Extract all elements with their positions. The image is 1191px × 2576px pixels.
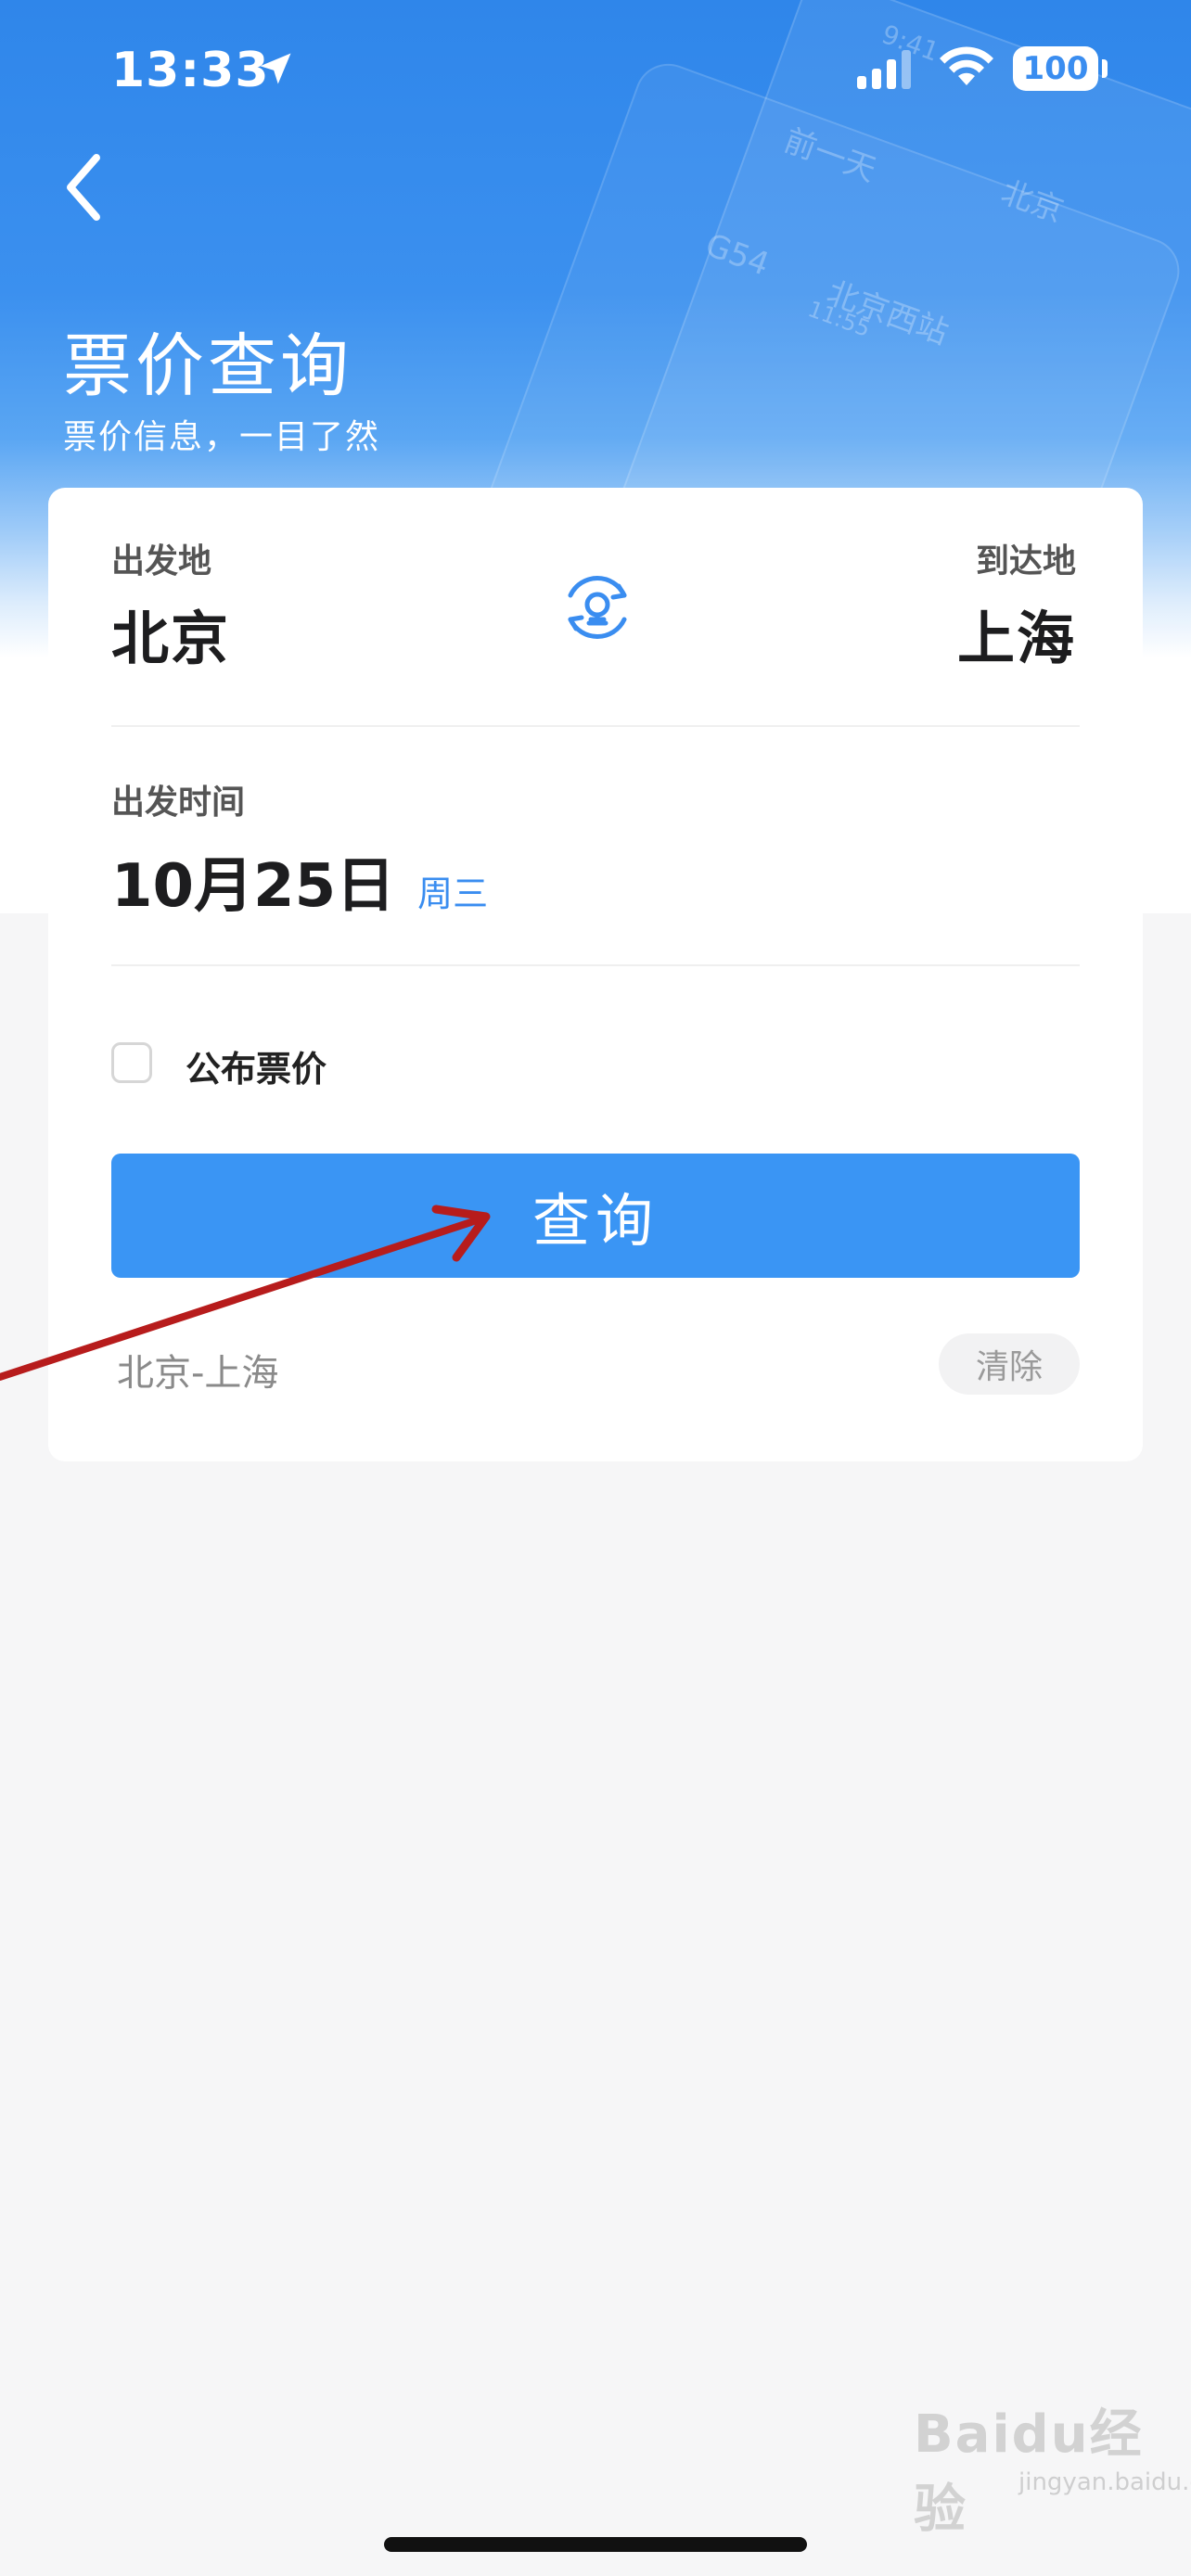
- date-label: 出发时间: [111, 784, 246, 822]
- cellular-signal-icon: [857, 50, 911, 89]
- history-item[interactable]: 北京-上海: [117, 1343, 278, 1396]
- location-arrow-icon: [260, 53, 291, 84]
- divider: [111, 725, 1080, 727]
- from-label: 出发地: [111, 542, 212, 580]
- page-title: 票价查询: [63, 326, 352, 406]
- battery-icon: 100: [1013, 46, 1098, 91]
- back-arrow-icon[interactable]: [56, 150, 111, 224]
- wifi-icon: [940, 46, 993, 85]
- watermark-logo: Baidu经验: [914, 2404, 1144, 2540]
- to-city[interactable]: 上海: [957, 592, 1076, 675]
- battery-level: 100: [1022, 50, 1089, 87]
- to-label: 到达地: [975, 542, 1076, 580]
- divider: [111, 964, 1080, 966]
- published-fare-label[interactable]: 公布票价: [186, 1040, 327, 1091]
- railway-swap-icon[interactable]: [554, 564, 641, 651]
- published-fare-checkbox[interactable]: [111, 1042, 152, 1083]
- home-indicator[interactable]: [384, 2537, 807, 2552]
- date-value: 10月25日: [111, 852, 396, 921]
- page-subtitle: 票价信息，一目了然: [63, 418, 381, 456]
- status-bar: 13:33 100: [0, 0, 1191, 139]
- query-button[interactable]: 查询: [111, 1154, 1080, 1278]
- from-city[interactable]: 北京: [111, 592, 230, 675]
- weekday: 周三: [417, 874, 489, 914]
- query-form-card: 出发地 北京 到达地 上海 出发时间 10月25日 周三 公布票价 查询 北京-…: [48, 488, 1143, 1461]
- battery-tip: [1102, 59, 1108, 78]
- watermark-site: jingyan.baidu.com: [1018, 2468, 1191, 2496]
- status-time: 13:33: [111, 43, 270, 98]
- date-selector[interactable]: 10月25日 周三: [111, 838, 488, 924]
- clear-history-button[interactable]: 清除: [939, 1333, 1080, 1395]
